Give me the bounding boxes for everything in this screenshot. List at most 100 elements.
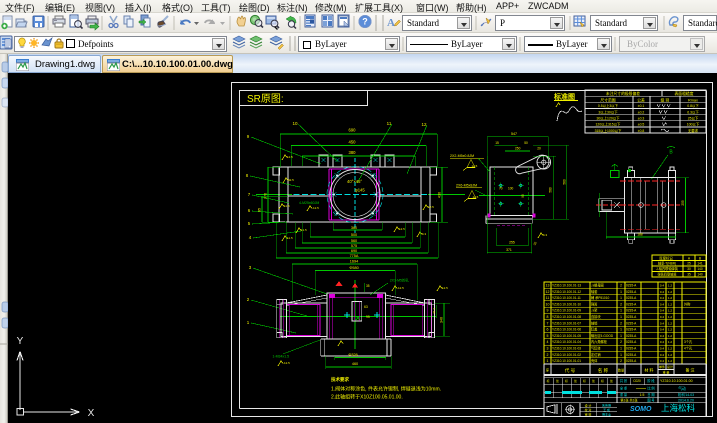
svg-text:±0.8: ±0.8 — [638, 129, 645, 133]
svg-text:王 成: 王 成 — [603, 407, 610, 412]
svg-text:9: 9 — [547, 309, 549, 313]
svg-text:30以上120以下: 30以上120以下 — [597, 116, 621, 121]
svg-text:8: 8 — [547, 315, 549, 319]
svg-text:单件: 单件 — [659, 364, 665, 369]
svg-text:1-M34x1.5: 1-M34x1.5 — [273, 355, 290, 359]
svg-text:设 计: 设 计 — [585, 402, 592, 407]
svg-text:6.3以下: 6.3以下 — [687, 110, 699, 114]
svg-text:0235-A: 0235-A — [626, 309, 637, 313]
svg-text:重 量: 重 量 — [620, 392, 628, 397]
svg-text:30: 30 — [687, 267, 691, 271]
svg-text:12.5: 12.5 — [284, 361, 290, 365]
svg-text:11.5: 11.5 — [287, 236, 293, 240]
svg-text:1.2: 1.2 — [668, 347, 673, 351]
svg-text:标: 标 — [601, 379, 604, 383]
svg-text:1: 1 — [620, 290, 622, 294]
svg-text:1.2: 1.2 — [668, 315, 673, 319]
svg-text:0235-A: 0235-A — [626, 296, 637, 300]
svg-text:SOMO: SOMO — [630, 406, 652, 413]
svg-text:YZ310.10.100.01-13: YZ310.10.100.01-13 — [552, 283, 581, 287]
svg-text:A: A — [387, 17, 395, 29]
svg-text:φ145: φ145 — [355, 188, 365, 193]
svg-text:188: 188 — [637, 233, 643, 237]
svg-text:1: 1 — [620, 296, 622, 300]
svg-text:±0.1: ±0.1 — [638, 104, 645, 108]
svg-text:560: 560 — [351, 239, 357, 243]
svg-text:1.2: 1.2 — [668, 328, 673, 332]
svg-text:12.5: 12.5 — [399, 227, 405, 231]
svg-text:3个孔: 3个孔 — [684, 339, 693, 344]
svg-text:2X3-M5的孔: 2X3-M5的孔 — [390, 278, 410, 283]
svg-text:4: 4 — [547, 340, 549, 344]
svg-text:备 注: 备 注 — [685, 367, 694, 373]
svg-text:775A: 775A — [350, 254, 359, 258]
svg-text:公差: 公差 — [637, 97, 645, 102]
svg-text:YZ310.10.100.01-08: YZ310.10.100.01-08 — [552, 315, 581, 319]
svg-text:1.2: 1.2 — [668, 283, 673, 287]
svg-text:表面粗糙度: 表面粗糙度 — [675, 91, 694, 96]
svg-text:0.4: 0.4 — [660, 321, 665, 325]
svg-text:1:5: 1:5 — [640, 393, 645, 397]
svg-text:处: 处 — [556, 379, 559, 383]
svg-text:0.4: 0.4 — [660, 334, 665, 338]
svg-text:1.2: 1.2 — [668, 302, 673, 306]
svg-text:1.2: 1.2 — [668, 334, 673, 338]
svg-text:斗架: 斗架 — [591, 308, 598, 313]
svg-text:3: 3 — [547, 347, 549, 351]
svg-text:95: 95 — [521, 194, 525, 198]
svg-text:2X2-M5x0.8JM: 2X2-M5x0.8JM — [450, 154, 474, 158]
svg-text:120以上315以下: 120以上315以下 — [596, 122, 621, 127]
svg-text:35: 35 — [366, 284, 370, 288]
svg-text:图 号: 图 号 — [647, 397, 654, 402]
svg-text:气缸体: 气缸体 — [591, 346, 601, 351]
svg-text:YZ310.10.100.01-03: YZ310.10.100.01-03 — [552, 347, 581, 351]
svg-text:朱伟明: 朱伟明 — [602, 402, 611, 407]
svg-text:0.4: 0.4 — [660, 315, 665, 319]
svg-text:0235-A: 0235-A — [626, 353, 637, 357]
svg-text:YZ310.10.100.01-05: YZ310.10.100.01-05 — [552, 334, 581, 338]
svg-text:YZ310.10.100.01-10: YZ310.10.100.01-10 — [552, 302, 581, 306]
svg-text:1.阀体对称涂色, 件表允许锻制, 焊缝退浅为10mm.: 1.阀体对称涂色, 件表允许锻制, 焊缝退浅为10mm. — [331, 386, 441, 393]
svg-text:1: 1 — [620, 353, 622, 357]
svg-text:0.4: 0.4 — [660, 302, 665, 306]
svg-text:1.2: 1.2 — [668, 296, 673, 300]
svg-text:C020: C020 — [633, 379, 641, 383]
svg-text:厚度标记: 厚度标记 — [659, 255, 673, 260]
svg-text:1.2: 1.2 — [668, 290, 673, 294]
svg-text:Y: Y — [17, 336, 24, 347]
svg-text:YZ310.10.100.01-12: YZ310.10.100.01-12 — [552, 290, 581, 294]
svg-text:轴销: 轴销 — [591, 320, 598, 325]
svg-text:0.4: 0.4 — [660, 309, 665, 313]
svg-text:95: 95 — [366, 315, 370, 319]
svg-text:YZ310.10.100.01-04: YZ310.10.100.01-04 — [552, 340, 581, 344]
svg-text:壳体: 壳体 — [591, 358, 598, 363]
svg-text:141: 141 — [697, 262, 703, 266]
svg-text:560: 560 — [562, 179, 566, 185]
svg-text:6: 6 — [248, 208, 251, 213]
svg-text:85: 85 — [258, 208, 262, 212]
svg-text:松科'14-03: 松科'14-03 — [678, 392, 694, 397]
svg-text:标: 标 — [565, 379, 568, 383]
svg-text:1: 1 — [247, 320, 250, 325]
svg-text:级 别: 级 别 — [661, 97, 670, 102]
svg-text:J-轴四联轴弹簧: J-轴四联轴弹簧 — [656, 266, 679, 271]
svg-text:35: 35 — [687, 273, 691, 277]
svg-text:690: 690 — [351, 249, 357, 253]
svg-text:8: 8 — [246, 173, 249, 178]
svg-text:12.5: 12.5 — [287, 155, 293, 159]
svg-text:4-M25x60JM: 4-M25x60JM — [299, 201, 319, 205]
svg-text:13: 13 — [546, 283, 550, 287]
svg-text:547: 547 — [511, 132, 517, 136]
svg-text:20: 20 — [537, 147, 541, 151]
svg-text:1: 1 — [620, 328, 622, 332]
svg-text:42.5: 42.5 — [288, 178, 294, 182]
svg-text:材 料: 材 料 — [644, 367, 653, 373]
svg-text:1: 1 — [620, 334, 622, 338]
svg-text:7: 7 — [547, 321, 549, 325]
svg-text:标准图: 标准图 — [553, 92, 575, 101]
svg-text:0.4: 0.4 — [660, 328, 665, 332]
svg-text:2X6-M5x8JM: 2X6-M5x8JM — [456, 184, 477, 188]
svg-text:371: 371 — [506, 248, 512, 252]
svg-text:12.5: 12.5 — [442, 286, 448, 290]
svg-text:500: 500 — [351, 233, 357, 237]
